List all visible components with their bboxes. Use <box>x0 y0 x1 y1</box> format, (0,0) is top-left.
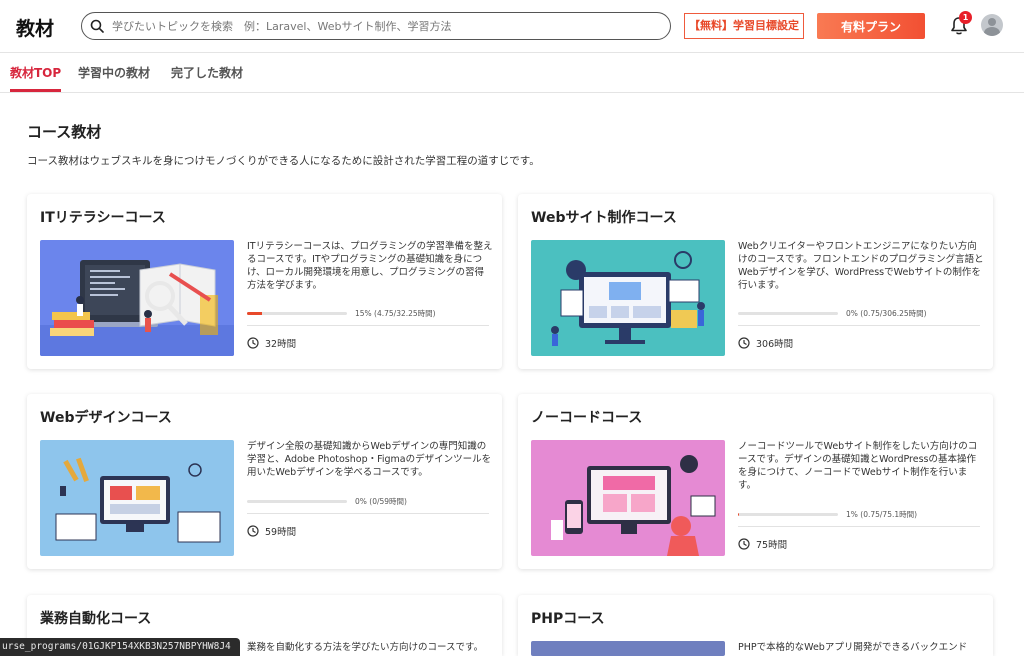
user-avatar[interactable] <box>981 14 1003 36</box>
top-header: 教材 【無料】学習目標設定 有料プラン 1 <box>0 0 1024 52</box>
course-progress-text: 0% (0/59時間) <box>355 497 407 506</box>
premium-plan-button[interactable]: 有料プラン <box>817 13 925 39</box>
tab-materials-top[interactable]: 教材TOP <box>10 64 61 81</box>
course-duration: 75時間 <box>738 537 787 551</box>
course-duration-label: 306時間 <box>756 339 794 350</box>
course-duration-label: 59時間 <box>265 527 297 538</box>
course-description: デザイン全般の基礎知識からWebデザインの専門知識の学習と、Adobe Phot… <box>247 441 492 478</box>
course-title: Webデザインコース <box>40 410 172 426</box>
course-duration-label: 75時間 <box>756 540 788 551</box>
free-goal-setting-button[interactable]: 【無料】学習目標設定 <box>684 13 804 39</box>
search-icon <box>90 19 104 33</box>
notification-count-badge: 1 <box>959 11 972 24</box>
course-title: PHPコース <box>531 611 605 627</box>
course-progress-bar <box>247 312 347 315</box>
course-description: 業務を自動化する方法を学びたい方向けのコースです。 <box>247 642 484 653</box>
section-description: コース教材はウェブスキルを身につけモノづくりができる人になるために設計された学習… <box>27 155 540 167</box>
clock-icon <box>738 337 750 349</box>
course-title: ITリテラシーコース <box>40 210 166 226</box>
course-card-no-code[interactable]: ノーコードコース ノーコードツールでWebサイト制作をしたい方向けのコースです。… <box>518 394 993 569</box>
course-duration: 32時間 <box>247 336 296 350</box>
course-thumbnail <box>40 440 234 556</box>
course-progress-fill <box>738 513 739 516</box>
course-duration-label: 32時間 <box>265 339 297 350</box>
active-tab-indicator <box>10 89 61 92</box>
course-title: 業務自動化コース <box>40 611 152 627</box>
search-box[interactable] <box>81 12 671 40</box>
course-progress-bar <box>738 513 838 516</box>
section-title: コース教材 <box>27 123 102 141</box>
course-duration: 306時間 <box>738 336 793 350</box>
course-title: Webサイト制作コース <box>531 210 677 226</box>
course-description: ノーコードツールでWebサイト制作をしたい方向けのコースです。デザインの基礎知識… <box>738 441 978 491</box>
course-duration: 59時間 <box>247 524 296 538</box>
page-logo[interactable]: 教材 <box>16 14 54 41</box>
clock-icon <box>247 525 259 537</box>
course-card-web-site[interactable]: Webサイト制作コース Webクリエイターやフロントエンジニアになりたい方向けの… <box>518 194 993 369</box>
course-progress-text: 1% (0.75/75.1時間) <box>846 510 918 519</box>
card-divider <box>738 526 980 527</box>
search-input[interactable] <box>112 17 662 35</box>
card-divider <box>247 513 489 514</box>
course-progress-bar <box>247 500 347 503</box>
tab-in-progress[interactable]: 学習中の教材 <box>78 64 150 81</box>
course-progress-text: 15% (4.75/32.25時間) <box>355 309 436 318</box>
course-title: ノーコードコース <box>531 410 643 426</box>
tab-bar: 教材TOP 学習中の教材 完了した教材 <box>0 52 1024 93</box>
course-thumbnail <box>531 440 725 556</box>
course-card-web-design[interactable]: Webデザインコース デザイン全般の基礎知識からWebデザインの専門知識の学習と… <box>27 394 502 569</box>
course-thumbnail <box>531 240 725 356</box>
course-description: PHPで本格的なWebアプリ開発ができるバックエンド <box>738 642 968 653</box>
tab-completed[interactable]: 完了した教材 <box>171 64 243 81</box>
clock-icon <box>247 337 259 349</box>
course-card-it-literacy[interactable]: ITリテラシーコース ITリテラシーコースは、プログラミングの学習準備を整えるコ… <box>27 194 502 369</box>
card-divider <box>738 325 980 326</box>
course-card-php[interactable]: PHPコース PHPで本格的なWebアプリ開発ができるバックエンド <box>518 595 993 656</box>
course-progress-bar <box>738 312 838 315</box>
course-description: Webクリエイターやフロントエンジニアになりたい方向けのコースです。フロントエン… <box>738 241 984 291</box>
card-divider <box>247 325 489 326</box>
course-description: ITリテラシーコースは、プログラミングの学習準備を整えるコースです。ITやプログ… <box>247 241 493 291</box>
course-thumbnail <box>531 641 725 656</box>
course-progress-fill <box>247 312 262 315</box>
course-progress-text: 0% (0.75/306.25時間) <box>846 309 927 318</box>
clock-icon <box>738 538 750 550</box>
status-bar-url: urse_programs/01GJKP154XKB3N257NBPYHW8J4 <box>0 638 240 656</box>
course-thumbnail <box>40 240 234 356</box>
